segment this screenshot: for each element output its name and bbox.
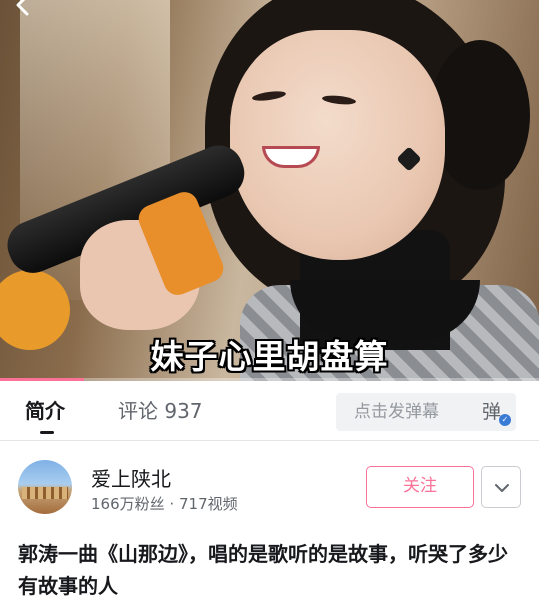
check-icon: ✓ [499,414,511,426]
tab-bar: 简介 评论 937 点击发弹幕 弹 ✓ [0,381,539,441]
chevron-down-icon [495,484,509,492]
follower-count: 166万粉丝 [91,495,165,513]
video-subtitle: 妹子心里胡盘算 [150,337,389,376]
tab-comments-label: 评论 937 [118,399,203,423]
video-figure-face [230,30,445,260]
video-title: 郭涛一曲《山那边》，唱的是歌听的是故事，听哭了多少有故事的人 [18,542,508,598]
danmaku-toggle-button[interactable]: 弹 ✓ [472,393,516,431]
avatar-image [22,487,68,499]
video-player[interactable]: 妹子心里胡盘算 [0,0,539,381]
chevron-left-icon[interactable] [12,0,34,16]
tab-comments[interactable]: 评论 937 [118,399,203,423]
video-figure-bun [430,40,530,190]
stats-separator: · [169,495,175,513]
uploader-stats: 166万粉丝 · 717视频 [91,493,238,514]
uploader-row: 爱上陕北 166万粉丝 · 717视频 关注 [0,441,539,531]
video-count: 717视频 [178,495,238,513]
more-button[interactable] [481,466,521,508]
avatar[interactable] [18,460,72,514]
tab-intro-label: 简介 [25,399,65,423]
follow-button[interactable]: 关注 [366,466,474,508]
danmaku-input[interactable]: 点击发弹幕 [336,393,472,431]
uploader-name[interactable]: 爱上陕北 [91,463,171,492]
tab-intro[interactable]: 简介 [25,399,65,434]
tab-active-indicator [40,431,54,434]
